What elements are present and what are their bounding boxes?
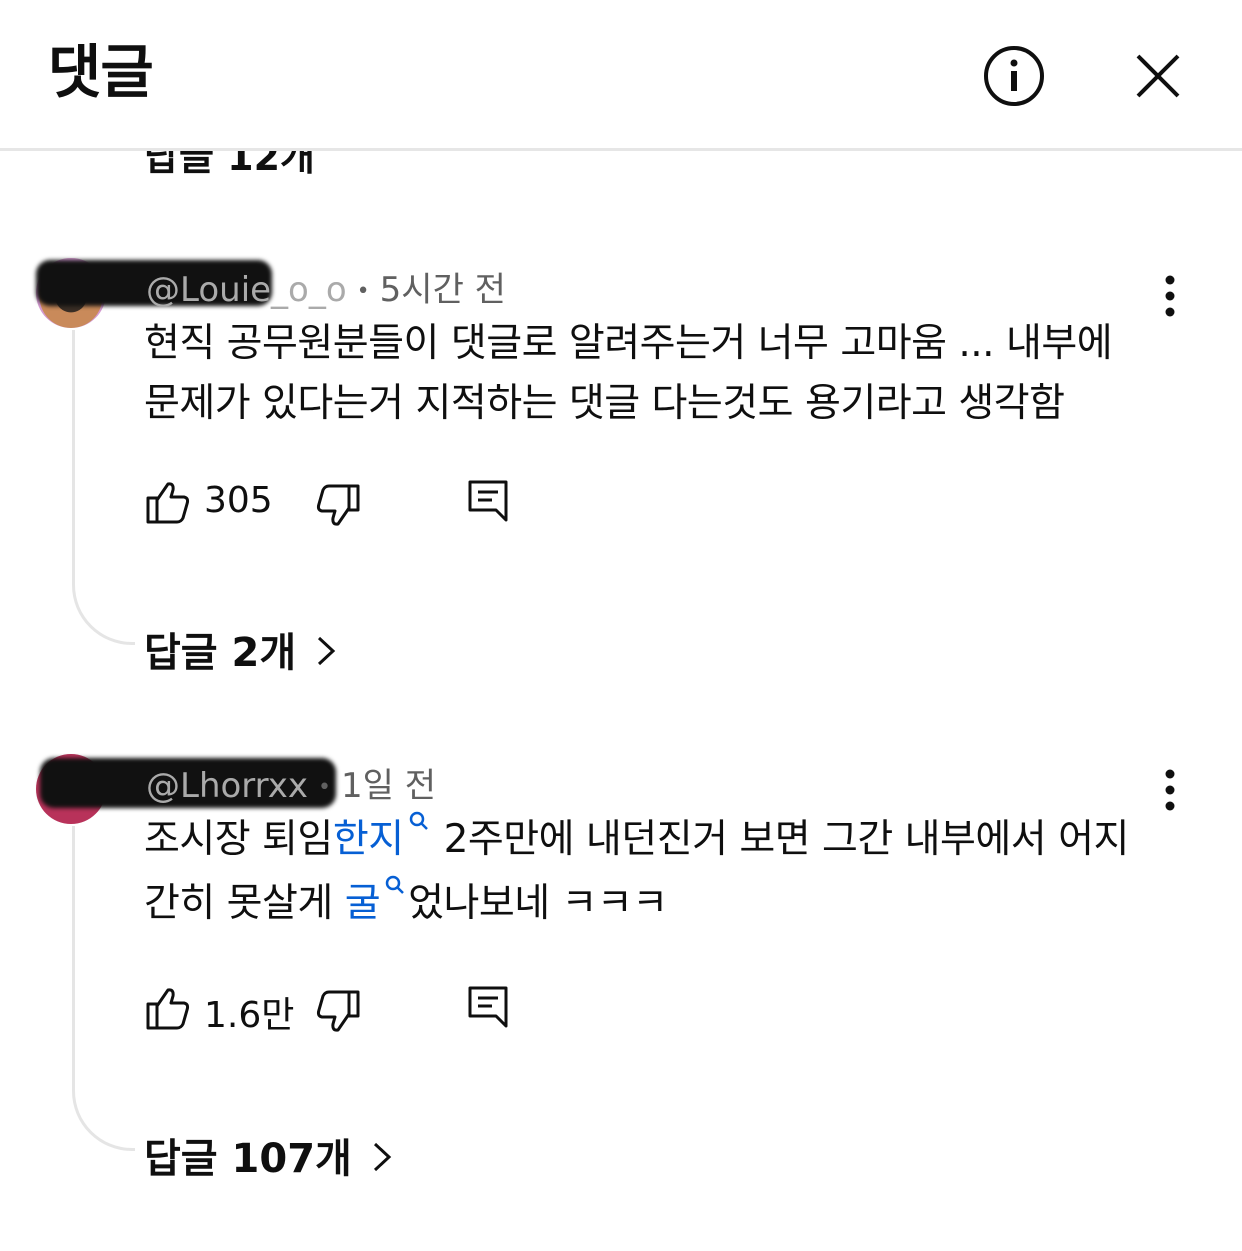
reply-icon[interactable] — [466, 478, 510, 526]
comment-line: 현직 공무원분들이 댓글로 알려주는거 너무 고마움 ... 내부에 — [144, 321, 1113, 366]
separator-dot: • — [317, 775, 331, 800]
reply-icon[interactable] — [466, 984, 510, 1032]
more-options-icon[interactable] — [1150, 272, 1190, 320]
close-icon[interactable] — [1126, 44, 1190, 108]
comment-text: 현직 공무원분들이 댓글로 알려주는거 너무 고마움 ... 내부에 문제가 있… — [144, 314, 1174, 434]
search-link[interactable]: 한지 — [333, 817, 404, 862]
timestamp: 5시간 전 — [379, 270, 506, 310]
comment-line: 간히 못살게 굴 었나보네 ㅋㅋㅋ — [144, 874, 1174, 934]
timestamp: 1일 전 — [340, 766, 436, 806]
more-options-icon[interactable] — [1150, 766, 1190, 814]
thread-connector — [72, 826, 135, 1151]
view-replies-link[interactable]: 답글 2개 — [144, 620, 338, 678]
comment-line: 문제가 있다는거 지적하는 댓글 다는것도 용기라고 생각함 — [144, 381, 1065, 426]
comment-line: 조시장 퇴임한지 2주만에 내던진거 보면 그간 내부에서 어지 — [144, 810, 1174, 870]
comments-header: 댓글 — [0, 0, 1242, 151]
thumbs-down-icon[interactable] — [314, 482, 362, 530]
comment-text: 조시장 퇴임한지 2주만에 내던진거 보면 그간 내부에서 어지 간히 못살게 굴… — [144, 810, 1174, 934]
comments-panel: 댓글 답글 12개 @Louie_o_o • 5시간 전 현직 공무원분들이 댓글로… — [0, 0, 1242, 1251]
chevron-right-icon — [318, 636, 336, 666]
thumbs-up-icon[interactable] — [144, 478, 192, 526]
thread-connector — [72, 330, 135, 645]
search-icon — [385, 875, 404, 894]
chevron-right-icon — [373, 1142, 392, 1172]
info-icon[interactable] — [982, 44, 1046, 108]
panel-title: 댓글 — [48, 38, 154, 106]
separator-dot: • — [356, 279, 370, 304]
comment-meta: @Lhorrxx • 1일 전 — [146, 758, 436, 807]
author-name[interactable]: @Lhorrxx — [146, 766, 308, 806]
thumbs-down-icon[interactable] — [314, 988, 362, 1036]
thumbs-up-icon[interactable] — [144, 984, 192, 1032]
search-icon — [409, 811, 428, 830]
view-replies-link[interactable]: 답글 107개 — [144, 1126, 394, 1184]
like-count: 1.6만 — [204, 995, 295, 1036]
author-name[interactable]: @Louie_o_o — [146, 270, 347, 310]
search-link[interactable]: 굴 — [345, 881, 381, 926]
comment-meta: @Louie_o_o • 5시간 전 — [146, 262, 506, 311]
like-count: 305 — [204, 480, 273, 521]
